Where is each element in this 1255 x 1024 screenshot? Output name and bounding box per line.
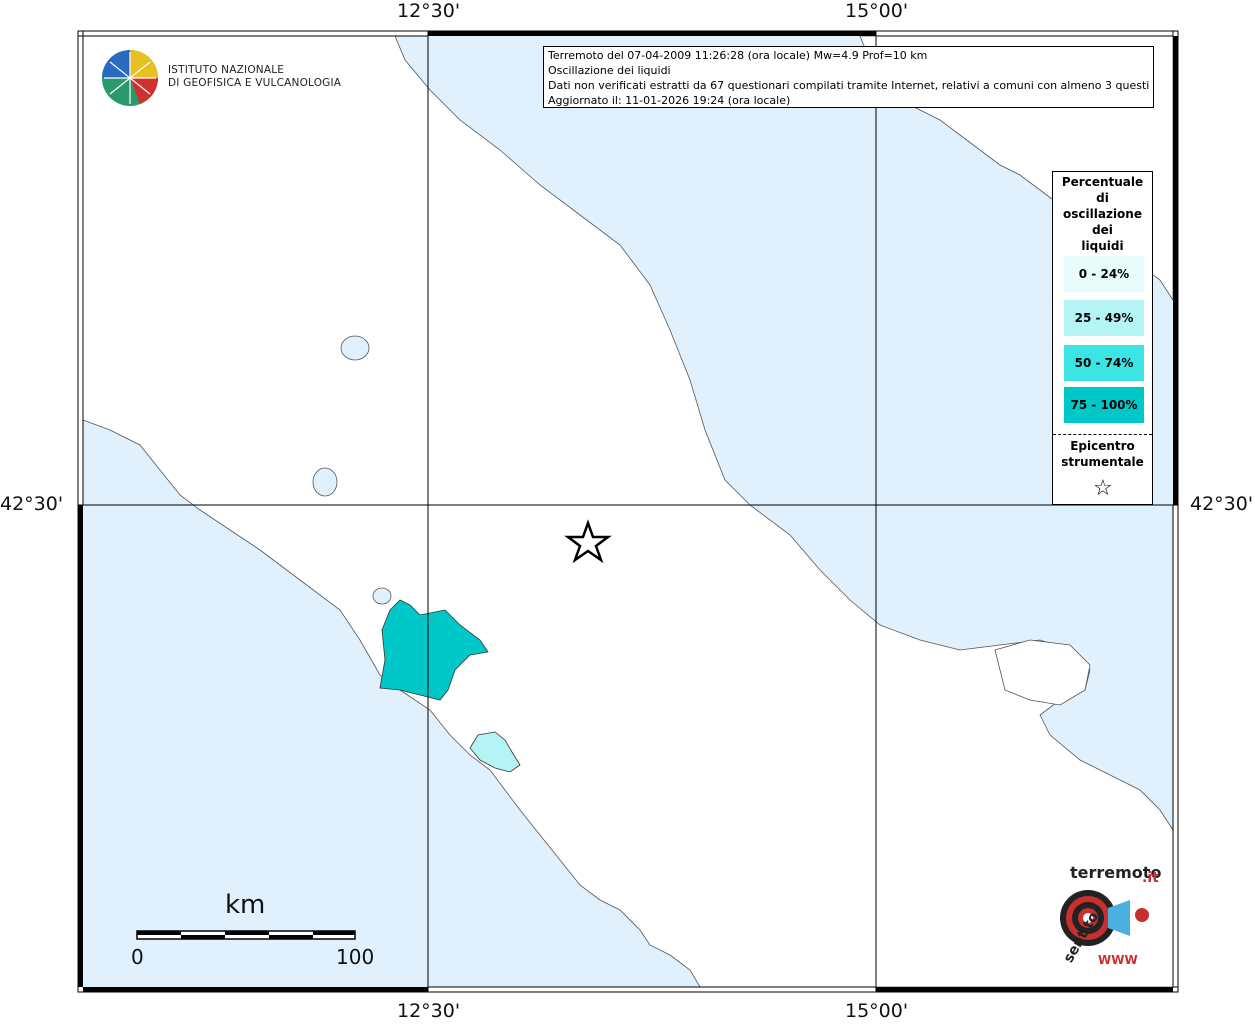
- info-line-3: Dati non verificati estratti da 67 quest…: [548, 79, 1149, 92]
- info-line-4: Aggiornato il: 11-01-2026 19:24 (ora loc…: [548, 94, 791, 107]
- legend-title: Percentuale di oscillazione dei liquidi: [1061, 175, 1144, 253]
- tick-bottom-left: 12°30': [397, 1000, 461, 1022]
- ingv-logo-icon: [102, 50, 158, 106]
- tick-right: 42°30': [1190, 493, 1254, 515]
- scale-title: km: [225, 890, 266, 920]
- info-line-2: Oscillazione dei liquidi: [548, 64, 671, 77]
- lake-trasimeno: [340, 335, 370, 361]
- institute-name: ISTITUTO NAZIONALE DI GEOFISICA E VULCAN…: [168, 64, 342, 89]
- legend-item-0-24: 0 - 24%: [1064, 256, 1144, 292]
- info-line-1: Terremoto del 07-04-2009 11:26:28 (ora l…: [548, 49, 928, 62]
- svg-text:.it: .it: [1142, 870, 1159, 886]
- lake-bracciano: [372, 587, 392, 605]
- tick-bottom-right: 15°00': [845, 1000, 909, 1022]
- svg-text:WWW: WWW: [1098, 953, 1138, 967]
- lake-bolsena: [312, 467, 338, 497]
- info-box: Terremoto del 07-04-2009 11:26:28 (ora l…: [543, 46, 1154, 108]
- sentito-logo-icon: sentito terremoto .it WWW: [1060, 863, 1161, 967]
- legend: Percentuale di oscillazione dei liquidi …: [1052, 171, 1153, 505]
- legend-item-50-74: 50 - 74%: [1064, 345, 1144, 381]
- tick-top-right: 15°00': [845, 0, 909, 22]
- scale-bar: [136, 930, 356, 940]
- legend-separator: [1053, 434, 1152, 435]
- scale-end: 100: [336, 945, 375, 969]
- legend-item-75-100: 75 - 100%: [1064, 387, 1144, 423]
- legend-epicenter-title: Epicentro strumentale: [1061, 439, 1144, 469]
- tick-top-left: 12°30': [397, 0, 461, 22]
- scale-start: 0: [131, 945, 144, 969]
- legend-star-icon: ☆: [1093, 476, 1113, 501]
- legend-item-25-49: 25 - 49%: [1064, 300, 1144, 336]
- tick-left: 42°30': [0, 493, 64, 515]
